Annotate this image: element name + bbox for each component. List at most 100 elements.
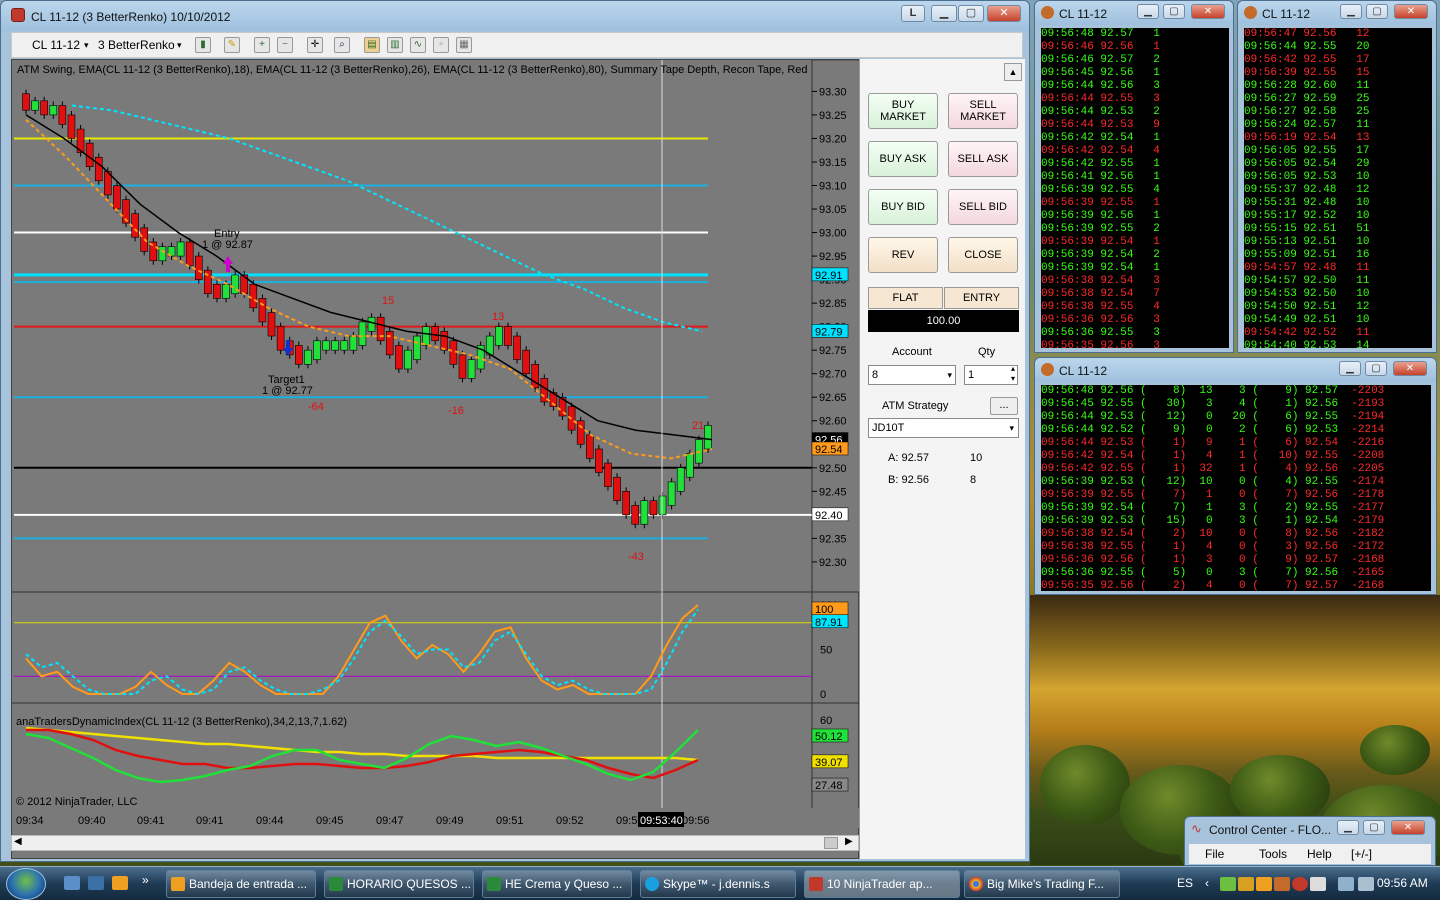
atm-strategy-select[interactable]: JD10T ▾ (868, 418, 1019, 438)
reverse-button[interactable]: REV (868, 237, 938, 273)
ts1-titlebar[interactable]: CL 11-12 ▁ ▢ ✕ (1035, 1, 1233, 25)
task-ninjatrader[interactable]: 10 NinjaTrader ap... (804, 870, 960, 898)
drawing-tool-icon[interactable]: ✎ (224, 37, 240, 53)
sell-bid-button[interactable]: SELL BID (948, 189, 1018, 225)
explorer-icon[interactable] (88, 876, 104, 890)
close-position-button[interactable]: CLOSE (948, 237, 1018, 273)
tray-cookie-icon[interactable] (1274, 877, 1290, 891)
tray-outlook-icon[interactable] (1256, 877, 1272, 891)
collapse-panel-icon[interactable]: ▲ (1004, 63, 1022, 81)
atm-dropdown-icon[interactable]: ▾ (1009, 419, 1014, 437)
chart-scrollbar[interactable]: ◀ ▶ (11, 835, 859, 851)
buy-market-button[interactable]: BUY MARKET (868, 93, 938, 129)
price-tick-label: 92.85 (819, 298, 847, 310)
clock[interactable]: 09:56 AM (1377, 876, 1428, 890)
menu-tools[interactable]: Tools (1259, 847, 1287, 861)
crosshair-icon[interactable]: ✛ (307, 37, 323, 53)
qty-stepper-icon[interactable]: ▴ ▾ (1011, 364, 1015, 384)
instrument-selector[interactable]: CL 11-12 (32, 38, 80, 52)
tape-row-time-price: 09:56:48 92.57 (1041, 28, 1134, 40)
cc-close-button[interactable]: ✕ (1391, 820, 1425, 835)
scroll-left-icon[interactable]: ◀ (14, 836, 22, 847)
ts2-maximize-button[interactable]: ▢ (1366, 4, 1388, 19)
tray-folder-icon[interactable] (1238, 877, 1254, 891)
tape-row: 09:56:44 92.53 2 (1041, 106, 1229, 119)
link-button[interactable]: L (901, 5, 925, 22)
ts3-tape[interactable]: 09:56:48 92.56 ( 8) 13 3 ( 9) 92.57 -220… (1041, 385, 1431, 591)
menu-expand[interactable]: [+/-] (1351, 847, 1372, 861)
scroll-thumb[interactable] (824, 837, 838, 849)
tray-security-icon[interactable] (1310, 877, 1326, 891)
task-excel-horario[interactable]: HORARIO QUESOS ... (324, 870, 474, 898)
chart-window-titlebar[interactable]: CL 11-12 (3 BetterRenko) 10/10/2012 L ▁ … (1, 1, 1029, 31)
task-chrome[interactable]: Big Mike's Trading F... (964, 870, 1120, 898)
ts2-minimize-button[interactable]: ▁ (1340, 4, 1362, 19)
sell-ask-button[interactable]: SELL ASK (948, 141, 1018, 177)
zoom-out-icon[interactable]: − (277, 37, 293, 53)
price-chart[interactable]: 93.30 93.25 93.20 93.15 93.10 93.05 93.00 92.95… (11, 59, 860, 860)
task-skype[interactable]: Skype™ - j.dennis.s (640, 870, 796, 898)
tape-row: 09:56:39 92.54 ( 7) 1 3 ( 2) 92.55 -2177 (1041, 502, 1431, 515)
period-dropdown-icon[interactable]: ▾ (177, 40, 182, 51)
tray-ninja-icon[interactable] (1292, 877, 1308, 891)
cc-minimize-button[interactable]: ▁ (1337, 820, 1359, 835)
tape-row-time-price: 09:56:36 92.56 (1041, 314, 1134, 326)
properties-icon[interactable]: ▦ (456, 37, 472, 53)
indicators-icon[interactable]: ▥ (387, 37, 403, 53)
tray-app-icon[interactable] (1220, 877, 1236, 891)
network-icon[interactable] (1338, 877, 1354, 891)
ts3-minimize-button[interactable]: ▁ (1339, 361, 1361, 376)
search-icon[interactable]: ⌕ (334, 37, 350, 53)
candle (522, 349, 530, 374)
language-indicator[interactable]: ES (1177, 876, 1193, 890)
sell-market-button[interactable]: SELL MARKET (948, 93, 1018, 129)
data-box-icon[interactable]: ▫ (433, 37, 449, 53)
period-selector[interactable]: 3 BetterRenko (98, 38, 175, 52)
ts1-tape[interactable]: 09:56:48 92.57 1 09:56:46 92.56 1 09:56:46… (1041, 28, 1229, 348)
buy-bid-button[interactable]: BUY BID (868, 189, 938, 225)
position-status: FLAT (868, 287, 943, 309)
ts2-close-button[interactable]: ✕ (1394, 4, 1428, 19)
bar-type-icon[interactable]: ▮ (195, 37, 211, 53)
tray-expand-icon[interactable]: ‹ (1205, 876, 1209, 890)
tape-row-text: 09:56:44 92.53 ( 12) 0 20 ( 6) 92.55 (1041, 411, 1339, 423)
zoom-in-icon[interactable]: + (254, 37, 270, 53)
chart-trader-icon[interactable]: ▤ (364, 37, 380, 53)
price-tick-label: 92.45 (819, 486, 847, 498)
buy-ask-button[interactable]: BUY ASK (868, 141, 938, 177)
candle (322, 340, 330, 351)
chart-canvas[interactable]: 93.30 93.25 93.20 93.15 93.10 93.05 93.00 92.95… (12, 60, 860, 860)
task-outlook[interactable]: Bandeja de entrada ... (166, 870, 316, 898)
ts3-close-button[interactable]: ✕ (1393, 361, 1427, 376)
ts3-titlebar[interactable]: CL 11-12 ▁ ▢ ✕ (1035, 358, 1436, 382)
minimize-button[interactable]: ▁ (931, 5, 957, 22)
menu-file[interactable]: File (1205, 847, 1224, 861)
ts2-tape[interactable]: 09:56:47 92.56 12 09:56:44 92.55 20 09:56:… (1244, 28, 1432, 348)
maximize-button[interactable]: ▢ (958, 5, 984, 22)
ts2-titlebar[interactable]: CL 11-12 ▁ ▢ ✕ (1238, 1, 1436, 25)
tape-row-size: 3 (1133, 314, 1160, 326)
start-button[interactable] (6, 868, 46, 900)
atm-more-button[interactable]: ... (990, 397, 1018, 415)
instrument-dropdown-icon[interactable]: ▾ (84, 40, 89, 51)
strategies-icon[interactable]: ∿ (410, 37, 426, 53)
ts1-maximize-button[interactable]: ▢ (1163, 4, 1185, 19)
ts1-close-button[interactable]: ✕ (1191, 4, 1225, 19)
outlook-icon[interactable] (112, 876, 128, 890)
ts1-minimize-button[interactable]: ▁ (1137, 4, 1159, 19)
cc-maximize-button[interactable]: ▢ (1363, 820, 1385, 835)
control-center-title: Control Center - FLO... (1209, 823, 1332, 837)
close-button[interactable]: ✕ (987, 5, 1021, 22)
outlook-task-icon (171, 877, 185, 891)
show-desktop-icon[interactable] (64, 876, 80, 890)
task-excel-crema[interactable]: HE Crema y Queso ... (482, 870, 632, 898)
account-select[interactable]: 8 ▾ (868, 365, 956, 385)
qty-input[interactable]: 1 ▴ ▾ (964, 364, 1018, 385)
ts3-maximize-button[interactable]: ▢ (1365, 361, 1387, 376)
volume-icon[interactable] (1358, 877, 1374, 891)
quicklaunch-more-icon[interactable]: » (142, 873, 149, 887)
scroll-right-icon[interactable]: ▶ (845, 836, 853, 847)
account-dropdown-icon[interactable]: ▾ (947, 366, 952, 384)
menu-help[interactable]: Help (1307, 847, 1332, 861)
windows-taskbar: » Bandeja de entrada ... HORARIO QUESOS … (0, 866, 1440, 900)
